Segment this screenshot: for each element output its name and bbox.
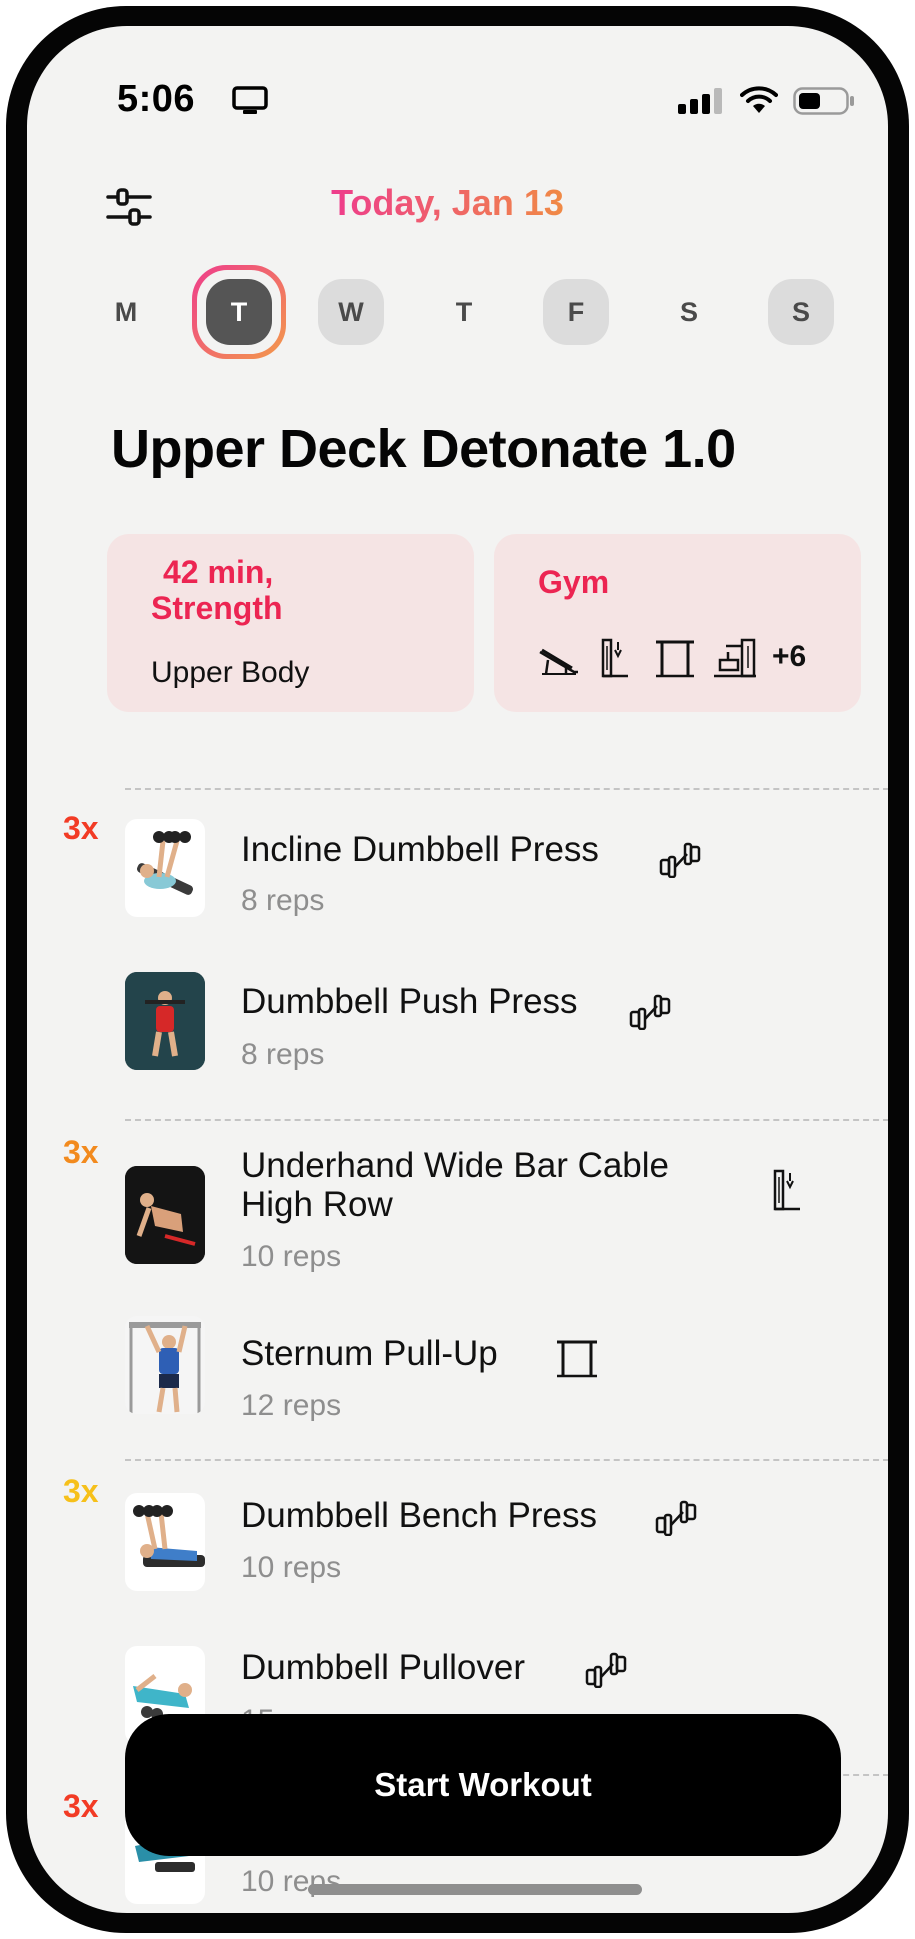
day-monday[interactable]: M (93, 279, 159, 345)
round-repeat-label: 3x (63, 810, 99, 846)
screen-mirroring-icon (232, 86, 268, 114)
exercise-thumbnail[interactable] (125, 1166, 205, 1264)
exercise-name-line2[interactable]: High Row (241, 1185, 393, 1225)
more-equipment-count: +6 (772, 640, 807, 673)
cable-machine-icon (601, 638, 628, 678)
exercise-reps: 12 reps (241, 1389, 342, 1422)
exercise-thumbnail[interactable] (125, 1493, 205, 1591)
cellular-signal-icon (678, 88, 722, 114)
exercise-thumbnail[interactable] (125, 819, 205, 917)
workout-summary-card[interactable]: 42 min, Strength Upper Body (107, 534, 474, 712)
day-sunday[interactable]: S (768, 279, 834, 345)
dumbbell-icon (585, 1652, 627, 1688)
dumbbell-icon (659, 842, 701, 878)
bench-icon (539, 648, 578, 675)
week-selector: M T W T F S S (27, 265, 888, 359)
multi-gym-icon (714, 638, 756, 678)
exercise-reps: 10 reps (241, 1551, 342, 1584)
dumbbell-icon (629, 994, 671, 1030)
day-friday[interactable]: F (543, 279, 609, 345)
exercise-name[interactable]: Incline Dumbbell Press (241, 830, 599, 870)
date-title: Today, Jan 13 (27, 182, 878, 224)
workout-title: Upper Deck Detonate 1.0 (111, 419, 736, 479)
workout-type-label: Strength (151, 590, 283, 626)
date-text: Today, Jan 13 (331, 182, 564, 223)
equipment-card[interactable]: Gym +6 (494, 534, 861, 712)
battery-icon (793, 87, 854, 115)
exercise-reps: 8 reps (241, 1038, 325, 1071)
round-repeat-label: 3x (63, 1788, 99, 1824)
round-repeat-label: 3x (63, 1134, 99, 1170)
exercise-reps: 10 reps (241, 1240, 342, 1273)
app-screen: 5:06 Today, Jan 13 M T W T F S S Upper D… (27, 26, 888, 1913)
pull-up-bar-icon (557, 1340, 597, 1378)
phone-frame: 5:06 Today, Jan 13 M T W T F S S Upper D… (6, 6, 909, 1933)
exercise-name-line1[interactable]: Underhand Wide Bar Cable (241, 1146, 669, 1186)
wifi-icon (740, 86, 778, 113)
status-time: 5:06 (117, 78, 196, 120)
day-thursday[interactable]: T (431, 279, 497, 345)
duration-label: 42 min, (163, 554, 274, 590)
dumbbell-icon (655, 1500, 697, 1536)
focus-label: Upper Body (151, 656, 310, 689)
round-repeat-label: 3x (63, 1473, 99, 1509)
exercise-name[interactable]: Sternum Pull-Up (241, 1334, 498, 1374)
exercise-thumbnail[interactable] (125, 1316, 205, 1414)
day-saturday[interactable]: S (656, 279, 722, 345)
round-divider (125, 1459, 888, 1461)
location-label: Gym (538, 564, 610, 600)
exercise-name[interactable]: Dumbbell Push Press (241, 982, 578, 1022)
day-wednesday[interactable]: W (318, 279, 384, 345)
round-divider (125, 1119, 888, 1121)
start-workout-button[interactable]: Start Workout (125, 1714, 841, 1856)
exercise-reps: 8 reps (241, 884, 325, 917)
exercise-thumbnail[interactable] (125, 972, 205, 1070)
exercise-name[interactable]: Dumbbell Pullover (241, 1648, 525, 1688)
exercise-name[interactable]: Dumbbell Bench Press (241, 1496, 597, 1536)
round-divider (125, 788, 888, 790)
cable-machine-icon (773, 1169, 800, 1211)
pull-up-bar-icon (656, 640, 694, 678)
home-indicator[interactable] (308, 1884, 642, 1895)
day-tuesday[interactable]: T (206, 279, 272, 345)
